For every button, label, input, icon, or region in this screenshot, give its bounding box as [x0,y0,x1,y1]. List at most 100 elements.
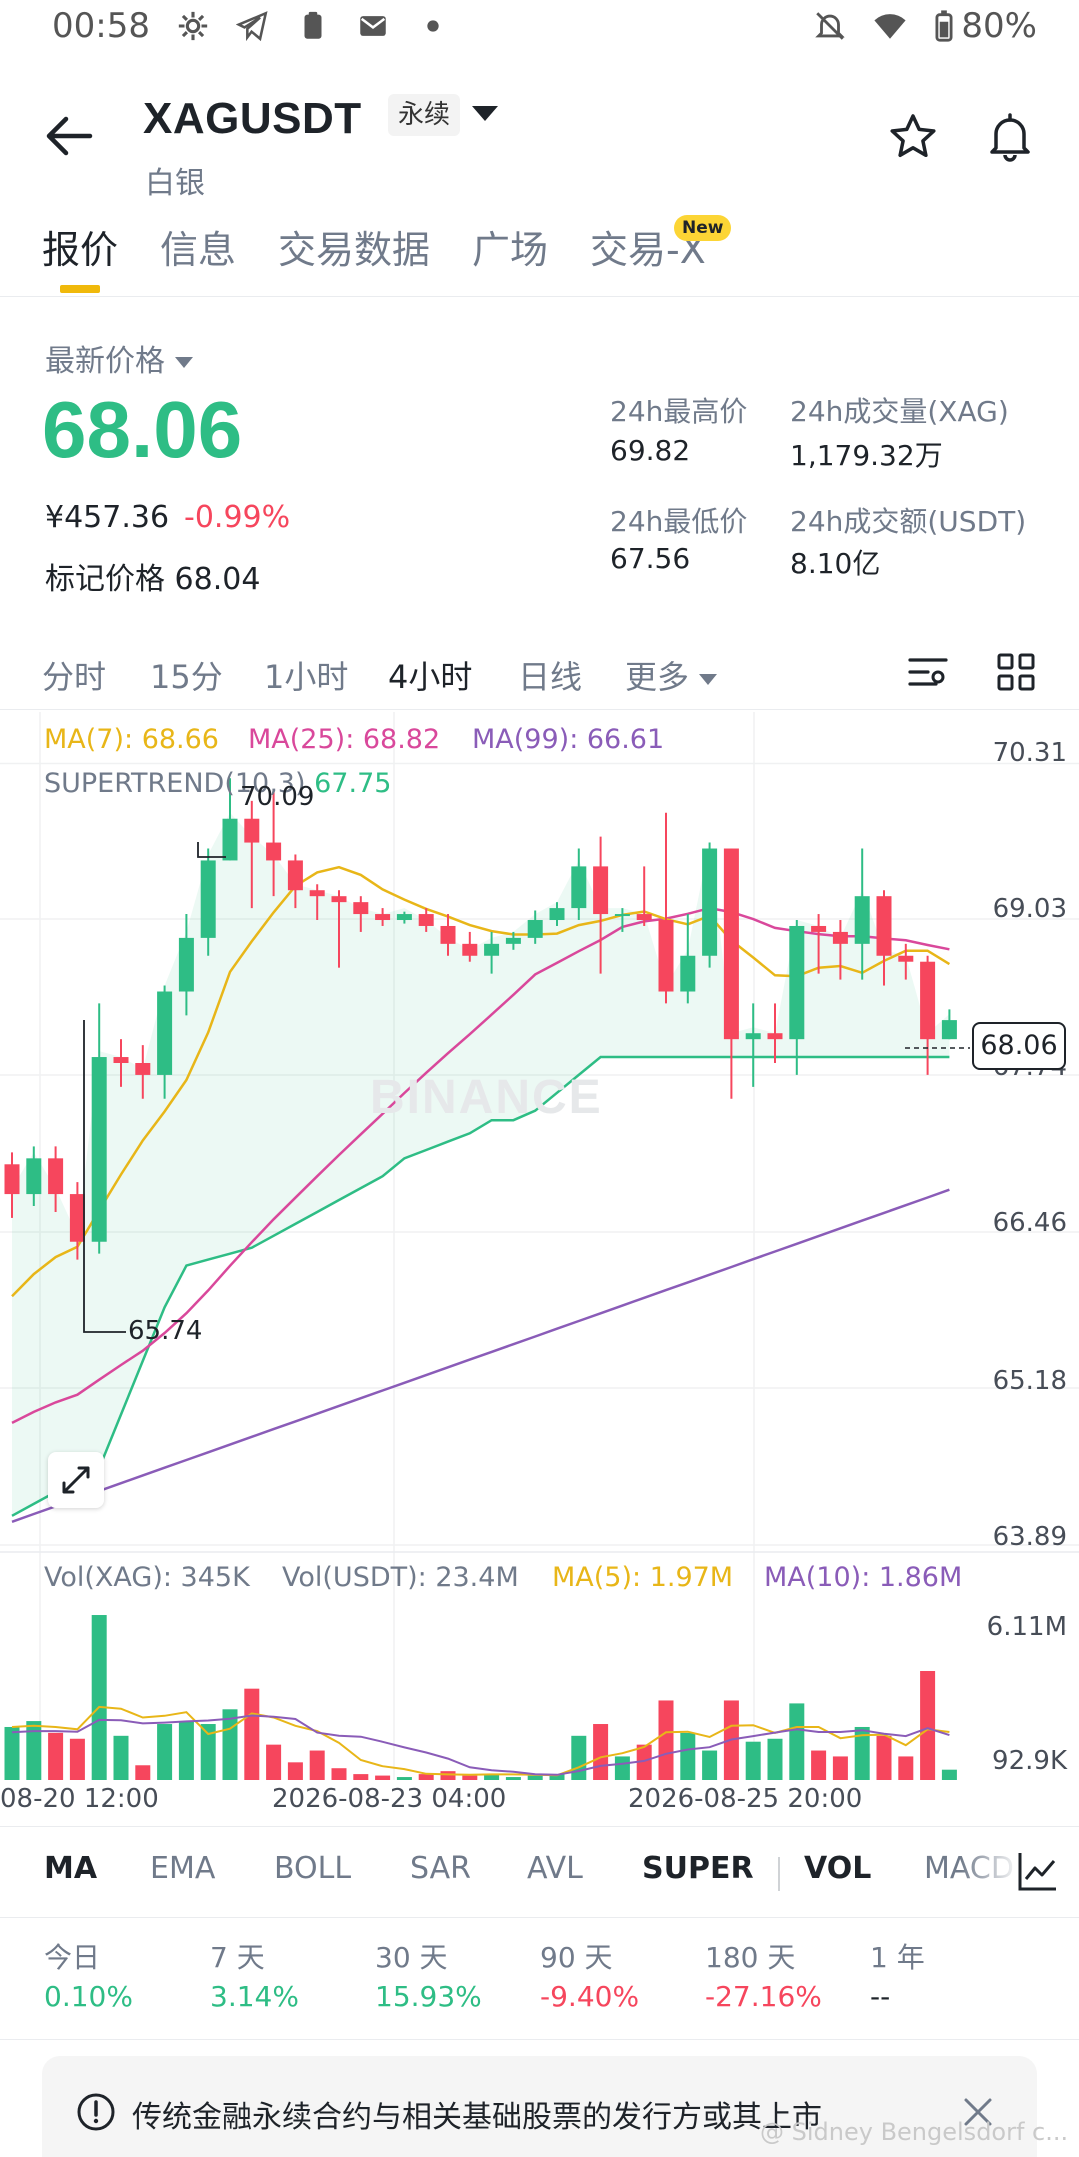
candle [745,1033,761,1040]
candle [26,1158,42,1195]
volume-bar [353,1774,369,1780]
candle [266,842,282,861]
battery-icon [935,10,953,42]
perf-90d: 90 天 -9.40% [540,1936,639,2013]
legend-vol-ma5: MA(5): 1.97M [552,1562,734,1593]
indicator-divider [778,1857,780,1891]
price-type-selector[interactable]: 最新价格 [45,336,193,380]
candle [69,1194,85,1242]
timeframe-1h[interactable]: 1小时 [264,652,348,698]
volume-bar [48,1732,64,1780]
tab-info[interactable]: 信息 [160,219,236,274]
volume-bar [614,1756,630,1780]
volume-bar [91,1615,107,1780]
candle [505,937,521,944]
chart-settings-icon[interactable] [906,650,950,694]
candle [48,1158,64,1195]
turnover-label: 24h成交额(USDT) [790,505,1027,538]
kline-chart[interactable]: BINANCE MA(7): 68.66 MA(25): 68.82 MA(99… [0,712,1079,1822]
candle [375,914,391,921]
volume-bar [789,1703,805,1780]
indicator-boll[interactable]: BOLL [274,1851,351,1886]
settings-icon [178,11,208,41]
perf-label: 90 天 [540,1941,613,1974]
low-value: 67.56 [610,542,691,575]
low-label: 24h最低价 [610,505,748,538]
volume-bar [440,1771,456,1780]
back-arrow-icon[interactable] [44,114,94,158]
indicator-fade [960,1827,1020,1917]
perf-value: 15.93% [375,1980,482,2013]
volume-bar [767,1738,783,1780]
bell-off-icon [815,12,846,40]
volume-bar [941,1769,957,1780]
indicator-super[interactable]: SUPER [642,1851,754,1886]
battery-percent: 80% [961,6,1037,46]
expand-chart-button[interactable] [48,1452,104,1508]
mark-price-label: 标记价格 [45,562,165,597]
clipboard-icon [304,11,322,39]
symbol-dropdown-icon[interactable] [472,106,498,121]
timeframe-15m[interactable]: 15分 [150,652,223,698]
volume-bar [702,1750,718,1780]
timeframe-line[interactable]: 分时 [42,652,106,698]
volume-bar [244,1688,260,1780]
status-bar: 00:58 80% [0,0,1079,52]
candle [614,914,630,917]
candle [418,914,434,926]
new-badge: New [674,215,732,241]
layout-grid-icon[interactable] [994,650,1038,694]
timeframe-more[interactable]: 更多 [625,652,718,698]
candle [178,937,194,992]
y-tick: 63.89 [992,1522,1067,1552]
indicator-tabs: MA EMA BOLL SAR AVL SUPER VOL MACD [0,1826,1079,1918]
low-annotation: 65.74 [128,1316,203,1346]
timeframe-4h[interactable]: 4小时 [388,652,472,698]
performance-row: 今日 0.10% 7 天 3.14% 30 天 15.93% 90 天 -9.40% 1… [0,1930,1079,2040]
legend-vol-ma10: MA(10): 1.86M [764,1562,963,1593]
indicator-sar[interactable]: SAR [410,1851,471,1886]
volume-bar [375,1775,391,1780]
tab-quote[interactable]: 报价 [42,219,118,274]
price-type-label: 最新价格 [45,344,165,379]
candle [331,896,347,903]
timeframe-1d[interactable]: 日线 [518,652,582,698]
candle [113,1057,129,1064]
indicator-vol[interactable]: VOL [804,1851,871,1886]
high-annotation: 70.09 [240,782,315,812]
volume-bar [593,1724,609,1780]
alert-bell-icon[interactable] [985,110,1035,162]
tab-square[interactable]: 广场 [472,219,548,274]
chevron-down-icon [699,673,718,685]
volume-value: 1,179.32万 [790,439,943,472]
volume-bar [876,1735,892,1780]
indicator-ema[interactable]: EMA [150,1851,215,1886]
main-tabs: 报价 信息 交易数据 广场 交易-X New [0,215,1079,297]
indicator-ma[interactable]: MA [44,1851,97,1886]
volume-ma10-line [11,1714,950,1776]
current-price-tag: 68.06 [972,1022,1066,1070]
perf-value: 0.10% [44,1980,133,2013]
symbol-title[interactable]: XAGUSDT [143,94,362,144]
volume-bar [178,1721,194,1780]
candle [462,943,478,956]
volume-bar [505,1777,521,1780]
candle [680,955,696,992]
vol-tick: 6.11M [986,1612,1067,1642]
candle [854,896,870,944]
indicator-settings-icon[interactable] [1016,1849,1060,1893]
tab-trading-data[interactable]: 交易数据 [278,219,430,274]
chart-canvas [0,712,1079,1780]
candle [484,943,500,956]
volume-ma5-line [11,1705,950,1777]
favorite-star-icon[interactable] [888,112,938,162]
y-tick: 65.18 [992,1366,1067,1396]
contract-type-badge: 永续 [388,94,461,136]
candle [157,991,173,1075]
perf-label: 30 天 [375,1941,448,1974]
perf-1y: 1 年 -- [870,1936,925,2013]
candle [309,890,325,897]
legend-vol-usdt: Vol(USDT): 23.4M [282,1562,519,1593]
volume-bar [396,1777,412,1780]
indicator-avl[interactable]: AVL [527,1851,583,1886]
